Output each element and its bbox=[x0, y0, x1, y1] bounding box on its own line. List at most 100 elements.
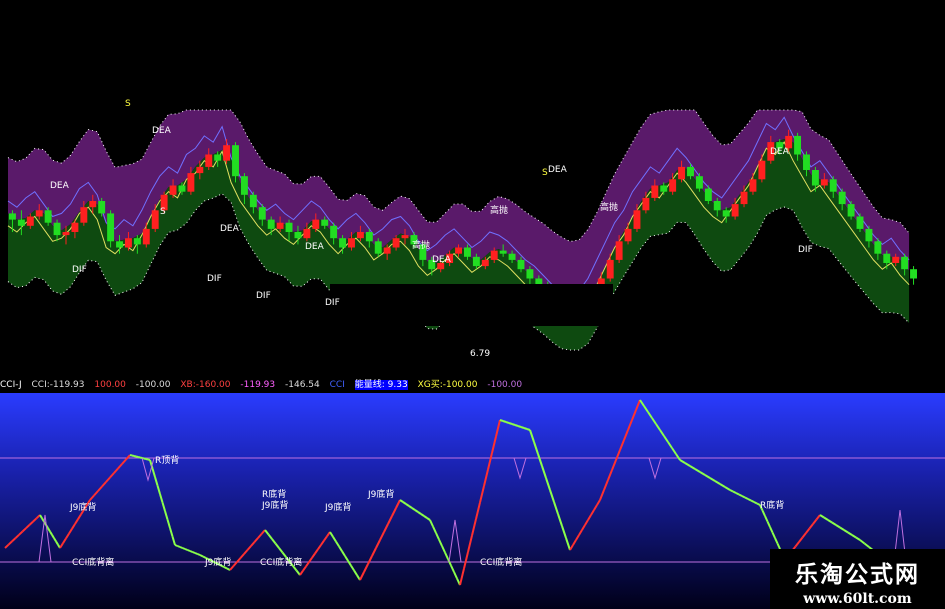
oscillator-segment bbox=[511, 423, 516, 426]
candle-body bbox=[276, 222, 284, 229]
oscillator-segment bbox=[182, 547, 186, 550]
candle-body bbox=[35, 210, 43, 217]
value-3: -119.93 bbox=[240, 380, 276, 390]
candle-body bbox=[71, 222, 79, 232]
candle-body bbox=[606, 259, 614, 279]
candle-body bbox=[794, 135, 802, 155]
candle-body bbox=[365, 232, 373, 242]
oscillator-segment bbox=[735, 492, 740, 496]
oscillator-segment bbox=[732, 490, 737, 494]
candle-body bbox=[910, 269, 917, 279]
candle-body bbox=[820, 179, 828, 186]
candle-body bbox=[499, 250, 507, 254]
candle-body bbox=[196, 166, 204, 174]
oscillator-segment bbox=[187, 549, 191, 552]
price-annotation: DEA bbox=[305, 242, 325, 252]
candle-body bbox=[187, 173, 195, 192]
oscillator-segment bbox=[526, 428, 531, 431]
oscillator-segment bbox=[194, 552, 198, 555]
price-annotation: DIF bbox=[207, 274, 222, 284]
xb-value: XB:-160.00 bbox=[180, 380, 231, 390]
oscillator-segment bbox=[750, 499, 755, 503]
oscillator-segment bbox=[508, 422, 513, 425]
candle-body bbox=[472, 256, 480, 267]
candle-body bbox=[758, 160, 766, 180]
candle-body bbox=[749, 179, 757, 192]
oscillator-segment bbox=[143, 457, 147, 460]
price-annotation: 高抛 bbox=[600, 201, 618, 213]
candle-body bbox=[330, 225, 338, 239]
oscillator-segment bbox=[738, 493, 743, 497]
candle-body bbox=[517, 259, 525, 270]
candle-body bbox=[249, 194, 257, 208]
xg-value: XG买:-100.00 bbox=[417, 380, 478, 390]
oscillator-segment bbox=[744, 496, 749, 500]
candle-body bbox=[312, 219, 320, 229]
price-annotation: 高抛 bbox=[412, 239, 430, 251]
oscillator-annotation: CCI底背离 bbox=[260, 556, 302, 568]
price-annotation: DEA bbox=[548, 165, 568, 175]
candle-body bbox=[865, 228, 873, 242]
candle-body bbox=[838, 191, 846, 205]
candle-body bbox=[89, 201, 97, 208]
oscillator-annotation: CCI底背离 bbox=[480, 556, 522, 568]
oscillator-segment bbox=[753, 501, 758, 505]
candle-body bbox=[223, 145, 231, 161]
candle-body bbox=[874, 241, 882, 254]
candle-body bbox=[811, 170, 819, 186]
price-annotation: DEA bbox=[152, 126, 172, 136]
candle-body bbox=[464, 247, 471, 257]
oscillator-segment bbox=[133, 455, 137, 458]
candle-body bbox=[285, 222, 293, 232]
oscillator-segment bbox=[197, 553, 201, 556]
candle-body bbox=[339, 238, 347, 248]
chart-window: { "colors":{"up":"#ff2020","down":"#22dd… bbox=[0, 0, 945, 609]
oscillator-segment bbox=[179, 546, 183, 549]
candle-body bbox=[526, 269, 534, 279]
price-annotation: 高抛 bbox=[490, 204, 508, 216]
site-watermark: 乐淘公式网 www.60lt.com bbox=[770, 549, 945, 609]
candle-body bbox=[490, 250, 498, 260]
oscillator-segment bbox=[199, 554, 204, 558]
candle-body bbox=[374, 241, 382, 254]
chart-canvas: SDEADEADIFSDEADIFDEADIF高抛DEADIF高抛S DEA高抛D… bbox=[0, 99, 945, 609]
oscillator-segment bbox=[189, 550, 193, 553]
candle-body bbox=[303, 228, 311, 239]
candle-body bbox=[9, 213, 16, 220]
price-annotation: DIF bbox=[256, 291, 271, 301]
oscillator-segment bbox=[174, 544, 178, 547]
oscillator-segment bbox=[499, 419, 504, 422]
candle-body bbox=[44, 210, 52, 223]
candle-body bbox=[205, 154, 213, 167]
candle-body bbox=[232, 145, 239, 177]
price-annotation: S bbox=[160, 207, 166, 217]
candle-body bbox=[356, 232, 364, 239]
energy-value: 能量线: 9.33 bbox=[354, 380, 408, 390]
oscillator-annotation: J9底背 bbox=[204, 556, 231, 568]
value-5: CCI bbox=[329, 380, 345, 390]
oscillator-segment bbox=[505, 421, 510, 424]
candle-body bbox=[535, 278, 543, 285]
candle-body bbox=[26, 216, 34, 226]
candle-body bbox=[116, 241, 123, 248]
oscillator-annotation: J9底背 bbox=[367, 488, 394, 500]
value-1: 100.00 bbox=[94, 380, 126, 390]
oscillator-segment bbox=[502, 420, 507, 423]
candle-body bbox=[883, 253, 891, 263]
value-6: -100.00 bbox=[487, 380, 523, 390]
candle-body bbox=[713, 201, 721, 211]
oscillator-segment bbox=[139, 456, 143, 459]
oscillator-segment bbox=[184, 548, 188, 551]
price-annotation: DEA bbox=[50, 181, 70, 191]
candle-body bbox=[133, 238, 141, 245]
candle-body bbox=[267, 219, 275, 229]
candle-body bbox=[678, 166, 686, 180]
candle-body bbox=[731, 204, 739, 217]
candle-body bbox=[695, 176, 703, 189]
candle-body bbox=[722, 210, 730, 217]
candle-body bbox=[669, 179, 677, 192]
candle-body bbox=[321, 219, 329, 226]
price-annotation: DIF bbox=[72, 265, 87, 275]
oscillator-annotation: CCI底背离 bbox=[72, 556, 114, 568]
price-annotation: DIF bbox=[325, 298, 340, 308]
